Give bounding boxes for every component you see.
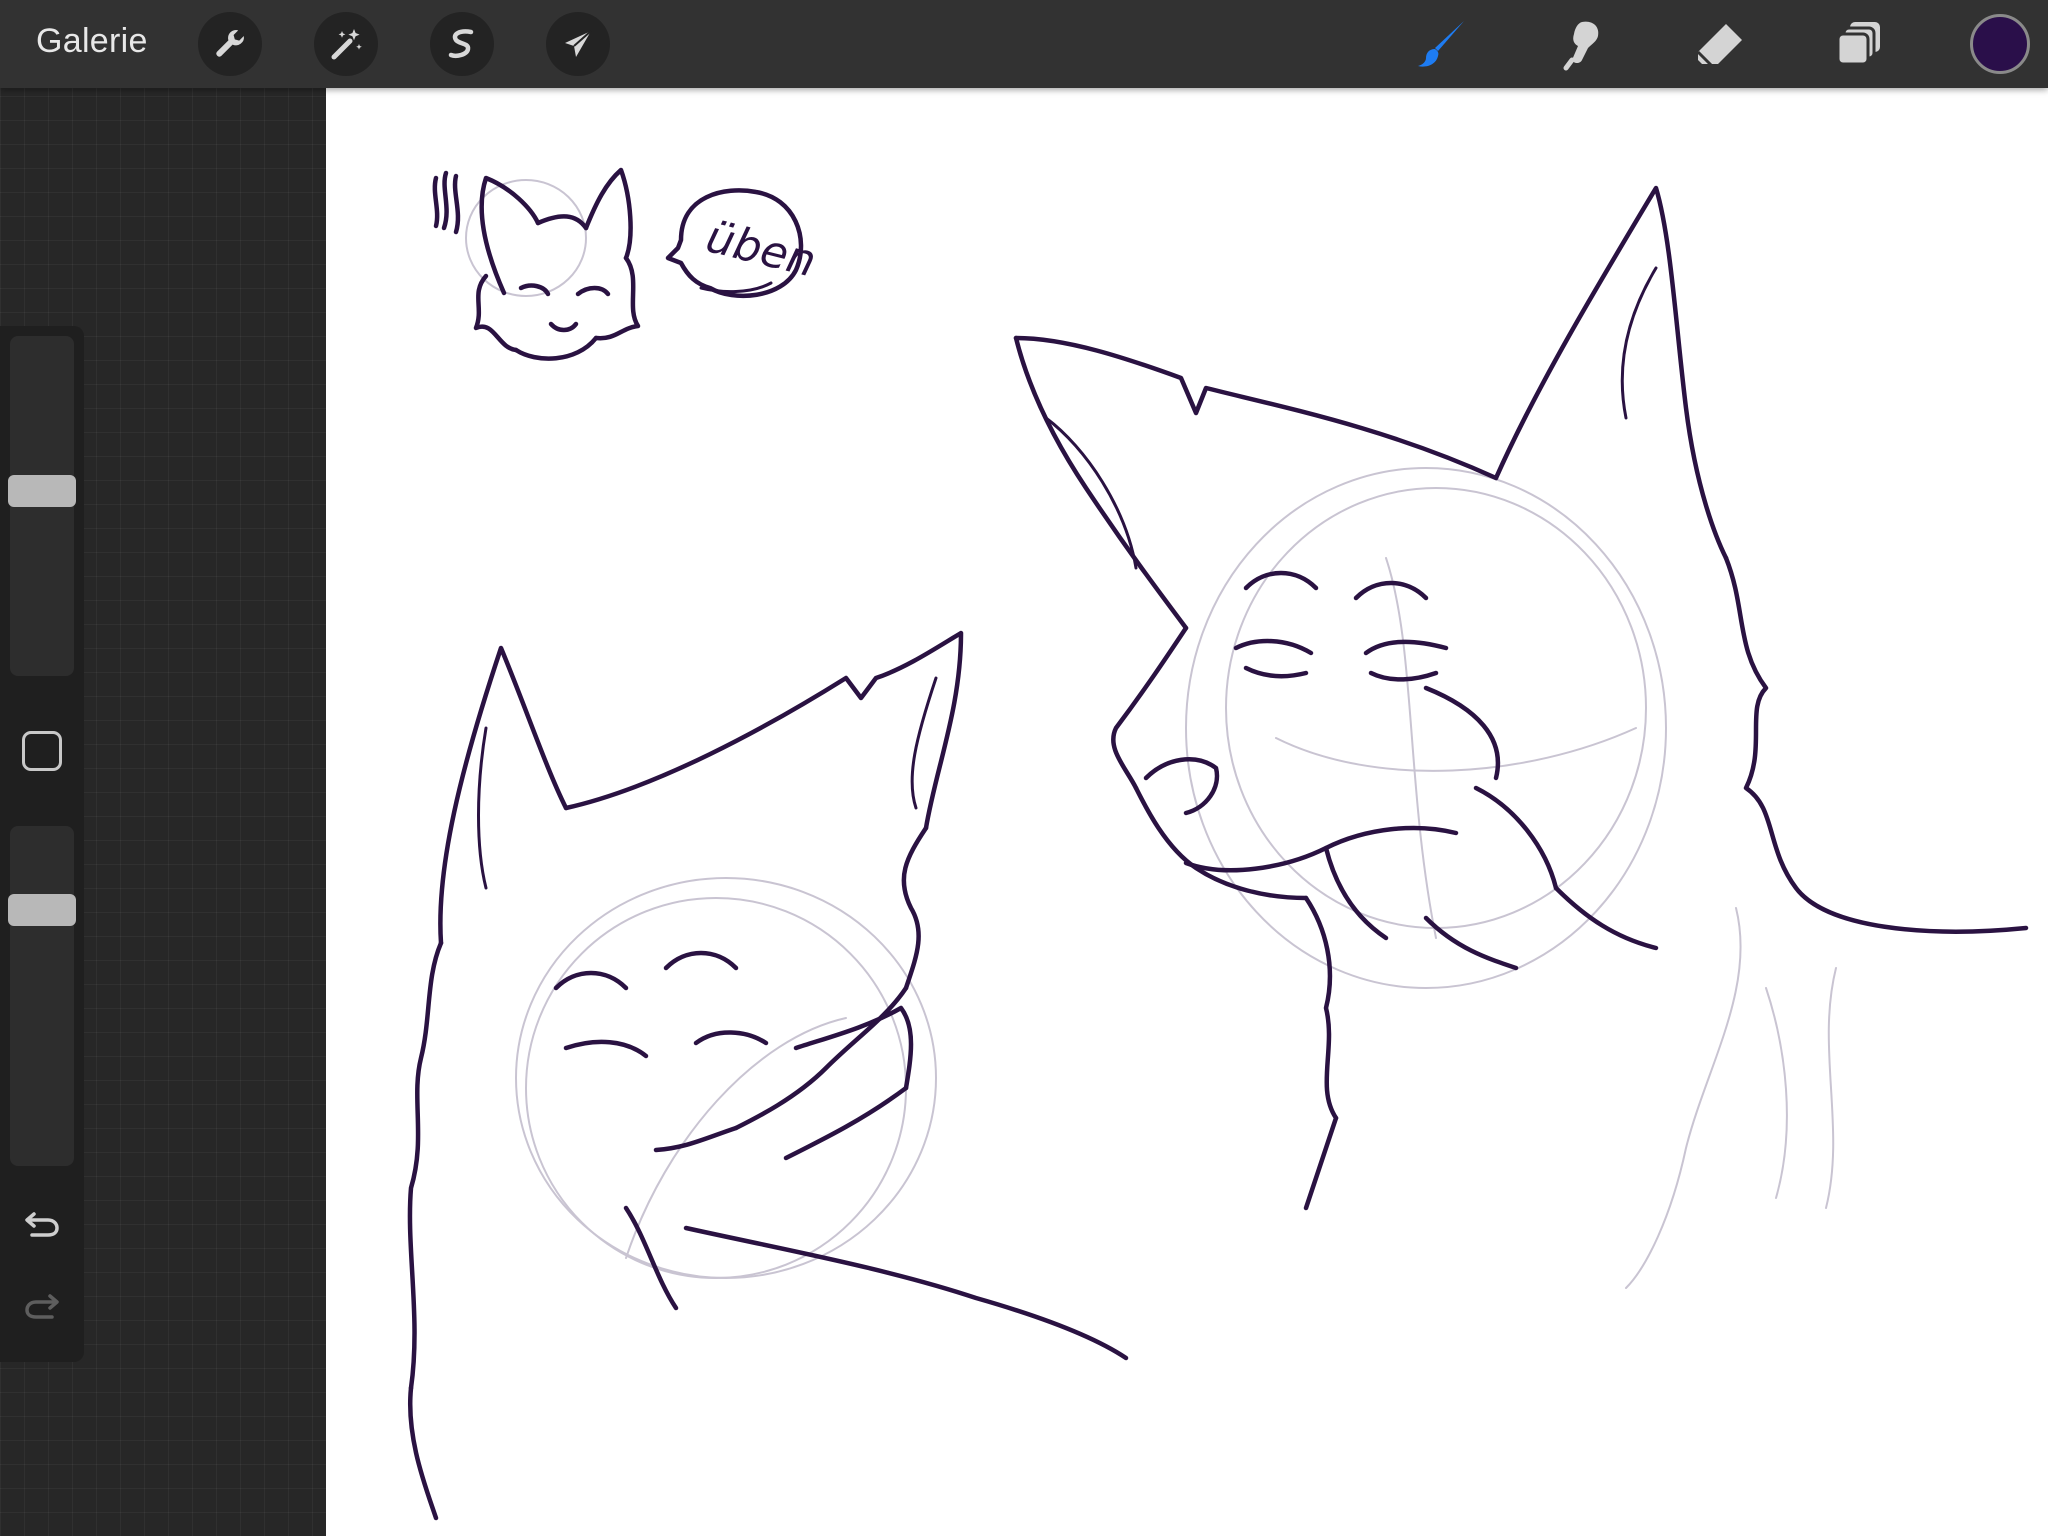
ink-outlines [407,167,2029,1521]
eraser-tool-button[interactable] [1688,12,1752,76]
actions-button[interactable] [198,12,262,76]
brush-opacity-slider[interactable] [8,826,76,1166]
brush-size-slider-thumb[interactable] [8,475,76,507]
magic-wand-icon [331,29,362,60]
wrench-icon [216,30,244,57]
left-sidebar [0,326,84,1362]
redo-icon[interactable] [22,1286,62,1326]
speech-bubble-text: üben [701,211,821,287]
procreate-app: Galerie üben [0,0,2048,1536]
selection-s-icon [448,29,474,58]
modifier-button[interactable] [22,731,62,771]
smudge-tool-button[interactable] [1548,12,1612,76]
brush-size-slider[interactable] [8,336,76,676]
drawing-canvas[interactable]: üben [326,88,2048,1536]
gallery-button[interactable]: Galerie [36,22,148,61]
transform-button[interactable] [546,12,610,76]
undo-icon[interactable] [22,1204,62,1244]
color-picker-button[interactable] [1970,14,2030,74]
eraser-icon [1696,24,1742,70]
adjustments-button[interactable] [314,12,378,76]
selection-button[interactable] [430,12,494,76]
brush-tool-button[interactable] [1410,12,1474,76]
construction-sketch-lines [465,179,1837,1289]
artwork: üben [407,167,2029,1521]
top-toolbar: Galerie [0,0,2048,88]
brush-icon [1418,21,1464,67]
smudge-finger-icon [1563,21,1599,71]
brush-opacity-slider-thumb[interactable] [8,894,76,926]
layers-icon [1836,22,1880,66]
layers-button[interactable] [1828,12,1892,76]
arrow-cursor-icon [565,30,592,57]
